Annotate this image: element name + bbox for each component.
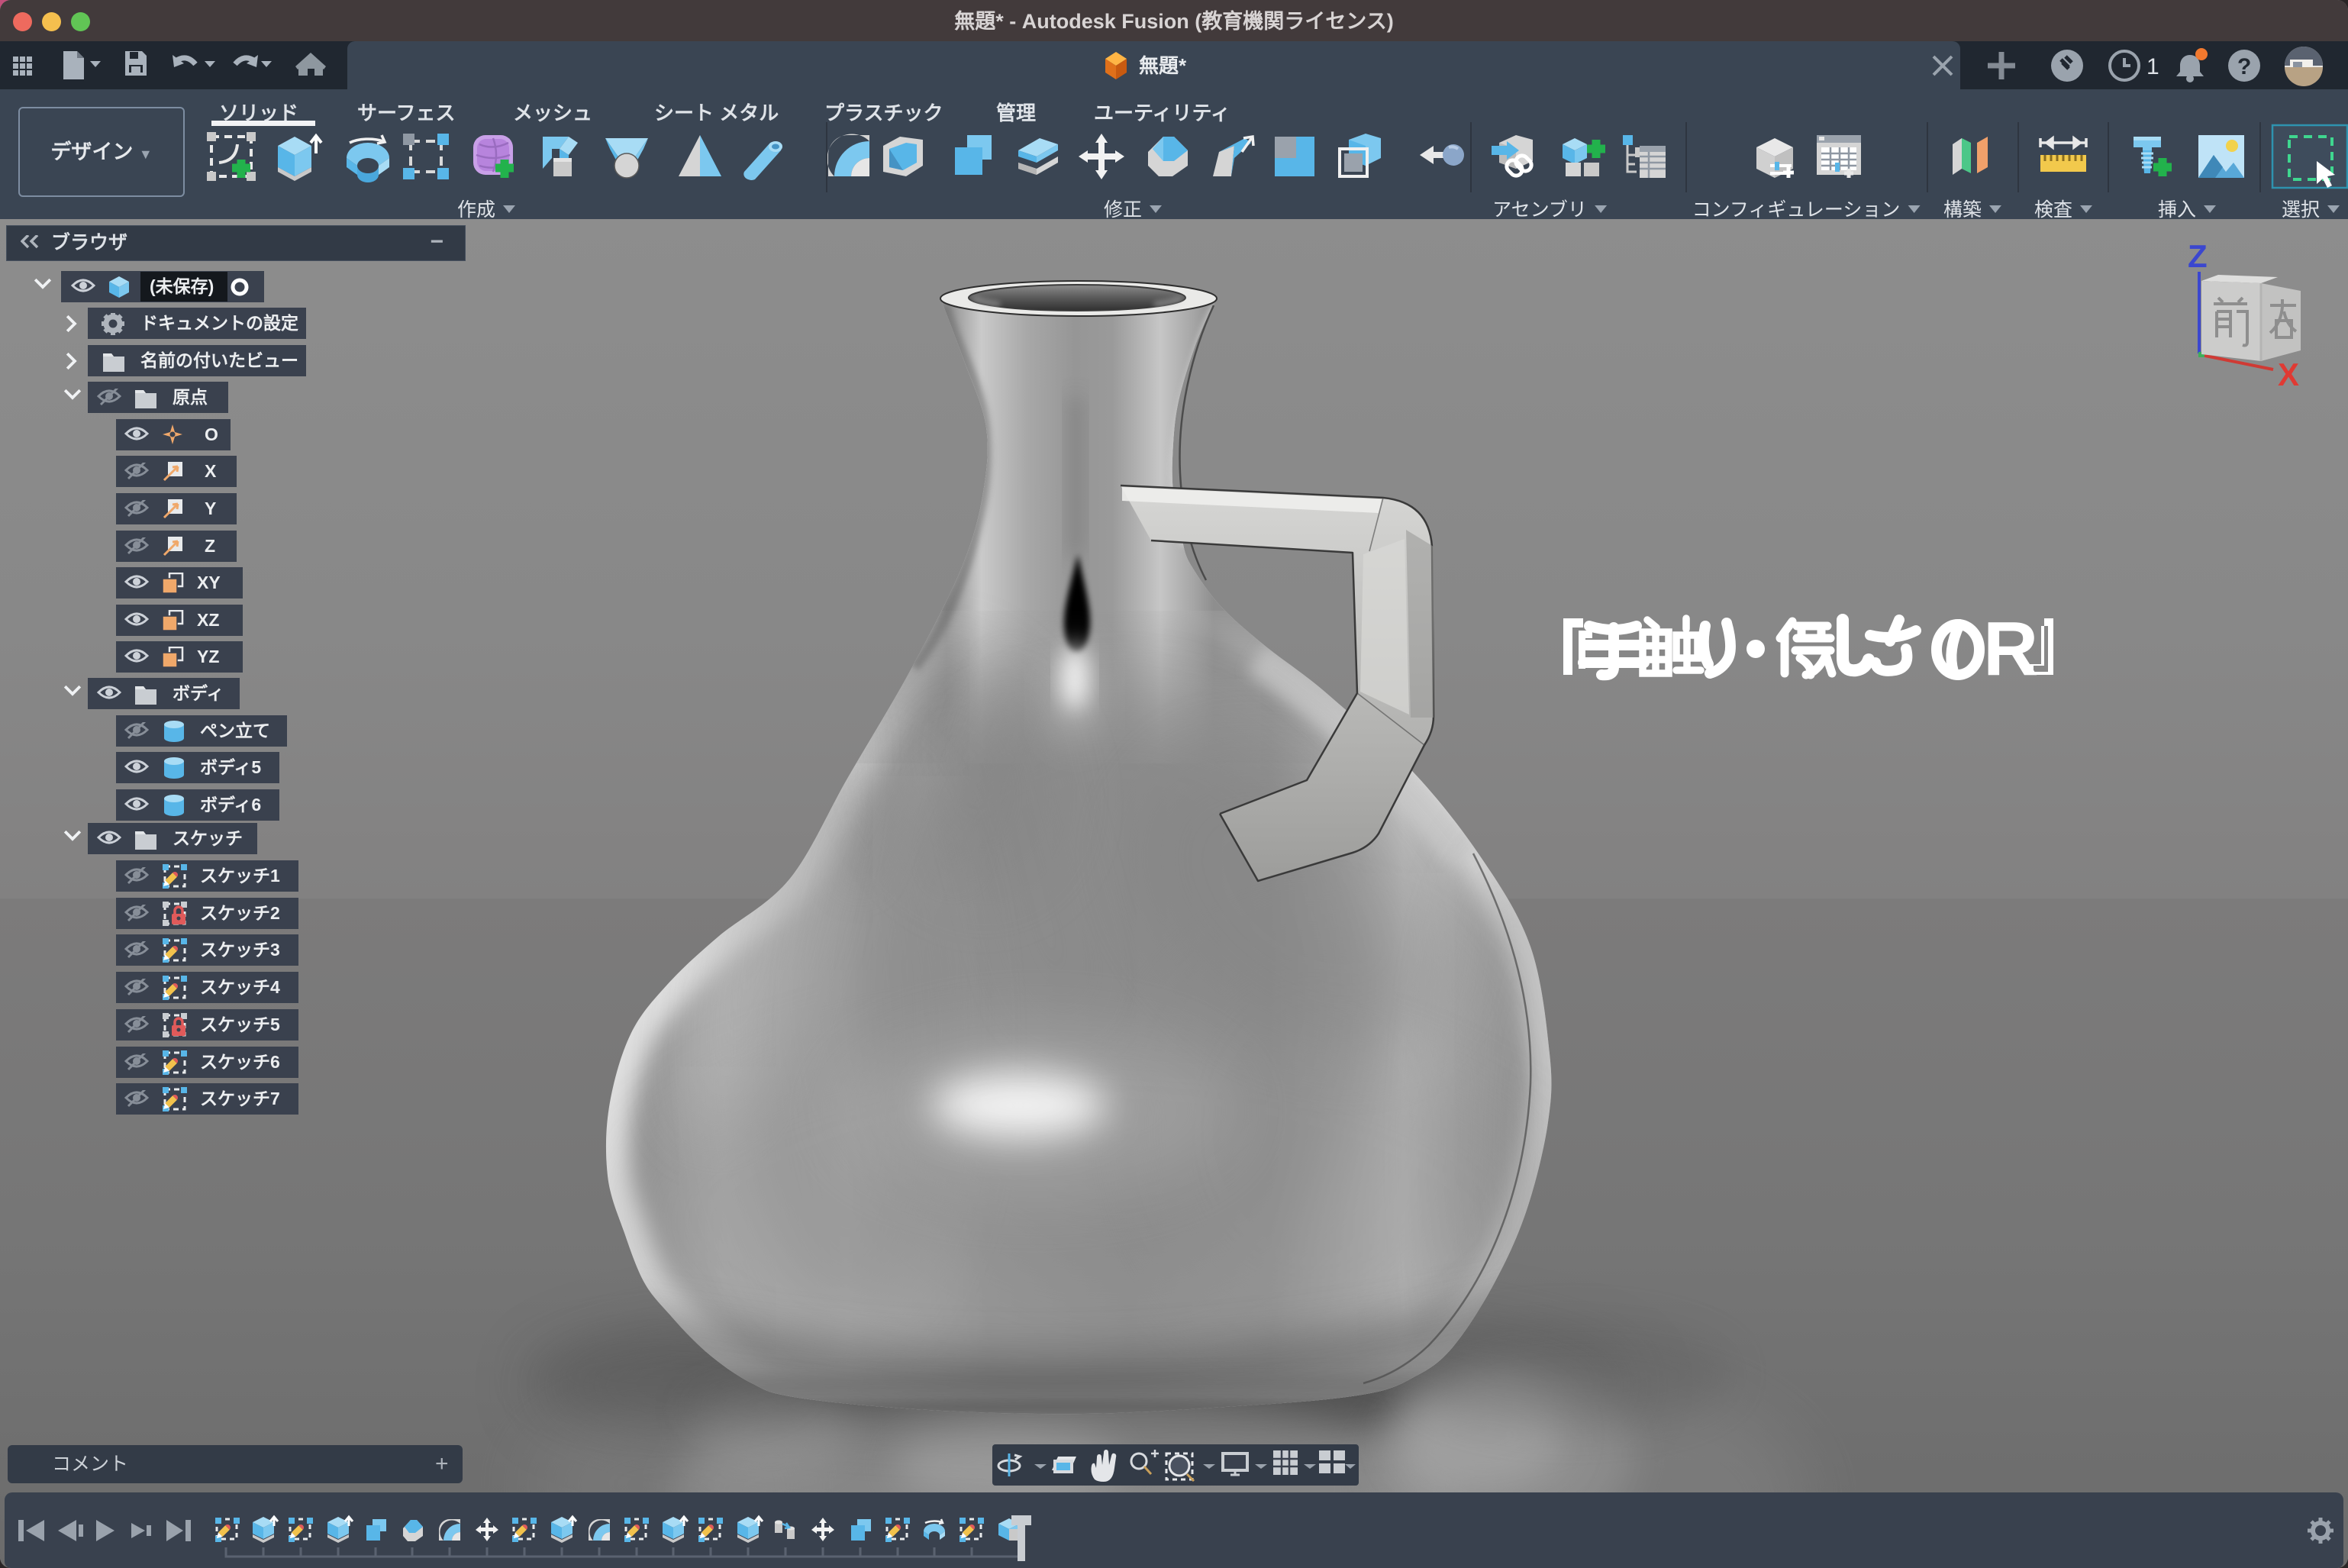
svg-text:?: ?	[2237, 54, 2251, 79]
svg-text:R: R	[1983, 606, 2038, 692]
svg-text:1: 1	[2146, 54, 2159, 79]
svg-text:X: X	[2278, 357, 2299, 392]
svg-text:Z: Z	[2188, 238, 2208, 274]
svg-text:無題*: 無題*	[1139, 54, 1187, 77]
